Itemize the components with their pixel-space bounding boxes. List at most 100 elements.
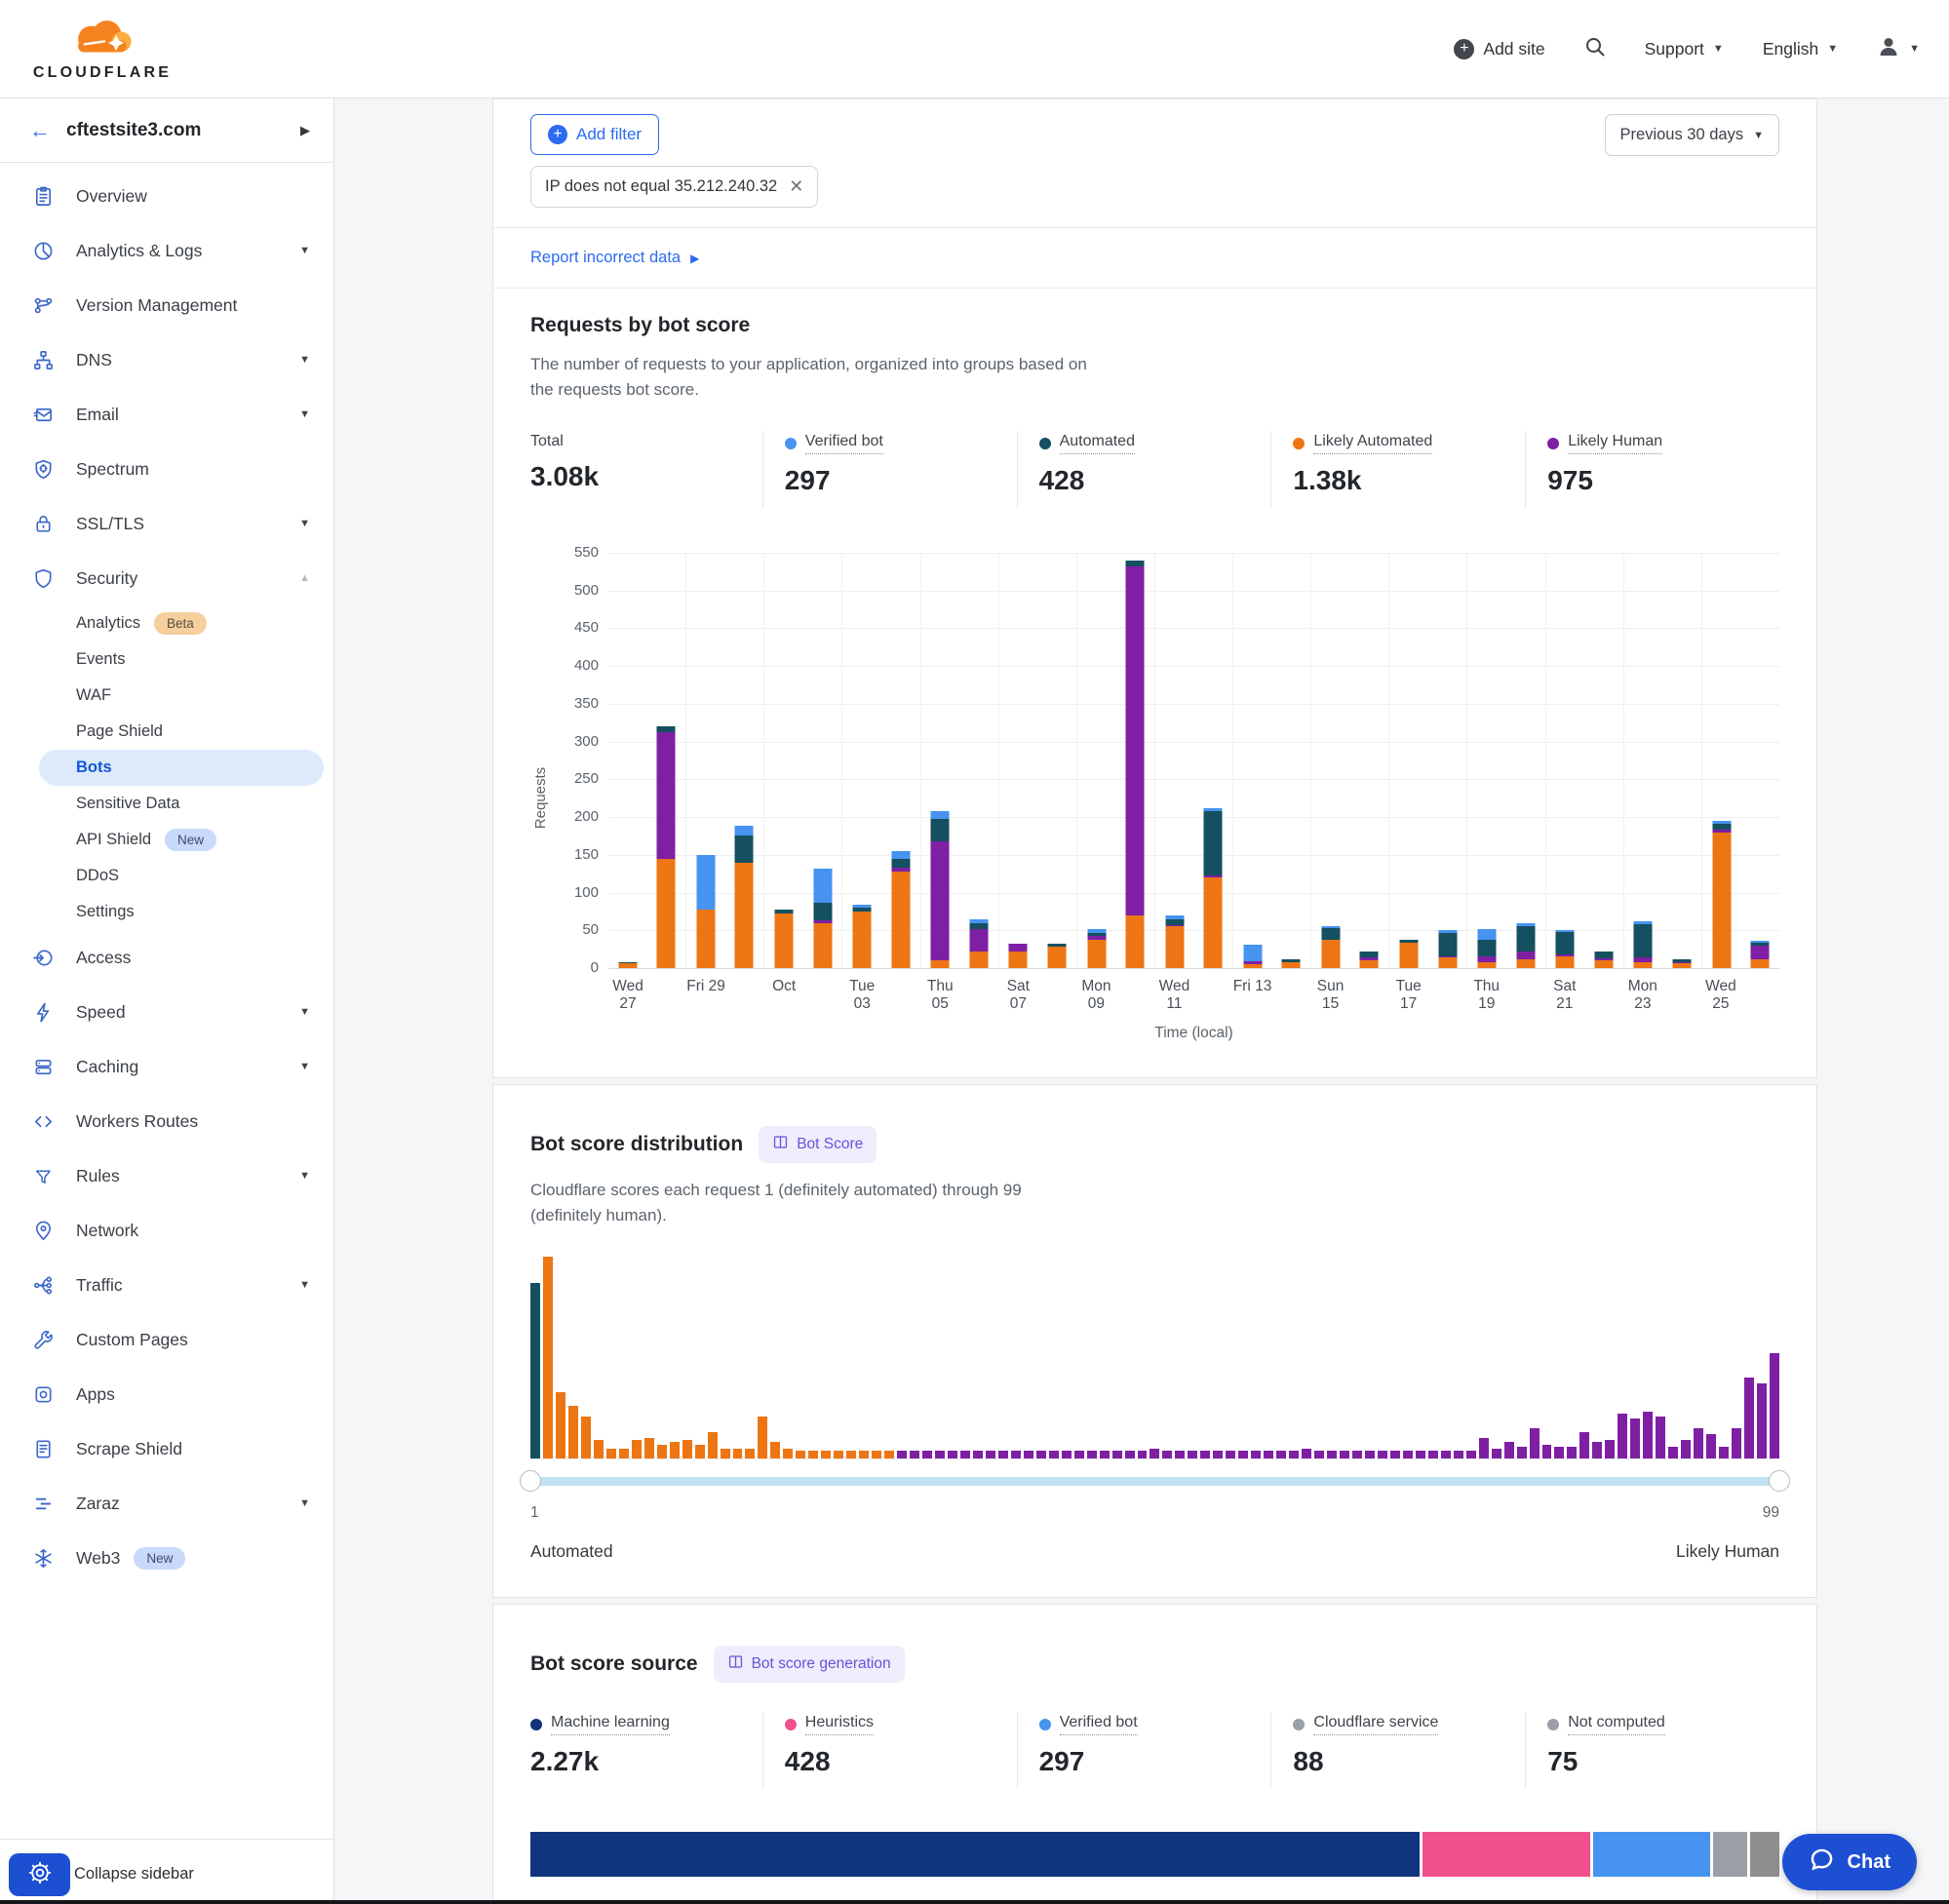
filter-chip[interactable]: IP does not equal 35.212.240.32 ✕ — [530, 166, 818, 208]
sidebar-item-scrape-shield[interactable]: Scrape Shield — [0, 1421, 333, 1476]
histogram-bar[interactable] — [581, 1417, 591, 1458]
histogram-bar[interactable] — [619, 1449, 629, 1458]
stacked-bar[interactable] — [1282, 959, 1301, 968]
histogram-bar[interactable] — [1226, 1451, 1235, 1458]
stacked-bar[interactable] — [1556, 930, 1575, 968]
histogram-bar[interactable] — [1251, 1451, 1261, 1458]
sidebar-item-access[interactable]: Access — [0, 930, 333, 985]
histogram-bar[interactable] — [1162, 1451, 1172, 1458]
histogram-bar[interactable] — [821, 1451, 831, 1458]
stacked-bar[interactable] — [1516, 923, 1535, 968]
cloudflare-logo[interactable]: CLOUDFLARE — [29, 17, 175, 82]
histogram-bar[interactable] — [1289, 1451, 1299, 1458]
histogram-bar[interactable] — [1403, 1451, 1413, 1458]
histogram-bar[interactable] — [1744, 1378, 1754, 1458]
histogram-bar[interactable] — [644, 1438, 654, 1458]
sidebar-subitem-page-shield[interactable]: Page Shield — [0, 714, 333, 750]
histogram-bar[interactable] — [632, 1440, 642, 1458]
collapse-sidebar-button[interactable]: Collapse sidebar — [74, 1865, 194, 1884]
stacked-bar[interactable] — [969, 919, 988, 968]
histogram-bar[interactable] — [1643, 1412, 1653, 1458]
sidebar-subitem-sensitive-data[interactable]: Sensitive Data — [0, 786, 333, 822]
stacked-bar[interactable] — [1360, 952, 1379, 968]
stacked-bar[interactable] — [1165, 915, 1184, 968]
histogram-bar[interactable] — [594, 1440, 604, 1458]
stat-label[interactable]: Cloudflare service — [1313, 1714, 1438, 1735]
support-menu[interactable]: Support ▼ — [1645, 39, 1724, 59]
histogram-bar[interactable] — [721, 1449, 730, 1458]
histogram-bar[interactable] — [758, 1417, 767, 1458]
histogram-bar[interactable] — [1062, 1451, 1072, 1458]
sidebar-item-spectrum[interactable]: Spectrum — [0, 442, 333, 496]
slider-handle-min[interactable] — [520, 1470, 541, 1492]
histogram-bar[interactable] — [1213, 1451, 1223, 1458]
sidebar-subitem-ddos[interactable]: DDoS — [0, 858, 333, 894]
histogram-bar[interactable] — [1074, 1451, 1084, 1458]
histogram-bar[interactable] — [998, 1451, 1008, 1458]
histogram-bar[interactable] — [1264, 1451, 1273, 1458]
histogram-bar[interactable] — [796, 1451, 805, 1458]
histogram-bar[interactable] — [1112, 1451, 1122, 1458]
add-site-button[interactable]: + Add site — [1454, 39, 1544, 59]
histogram-bar[interactable] — [884, 1451, 894, 1458]
histogram-bar[interactable] — [1719, 1447, 1729, 1458]
sidebar-item-custom-pages[interactable]: Custom Pages — [0, 1312, 333, 1367]
source-segment-heuristics[interactable] — [1423, 1832, 1590, 1877]
histogram-bar[interactable] — [897, 1451, 907, 1458]
report-incorrect-data-link[interactable]: Report incorrect data ▶ — [493, 228, 1816, 289]
stacked-bar[interactable] — [735, 826, 754, 968]
stat-label[interactable]: Heuristics — [805, 1714, 874, 1735]
stacked-bar[interactable] — [891, 851, 910, 968]
histogram-bar[interactable] — [1454, 1451, 1463, 1458]
histogram-bar[interactable] — [1276, 1451, 1286, 1458]
settings-gear-button[interactable] — [9, 1853, 70, 1896]
histogram-bar[interactable] — [1694, 1428, 1703, 1458]
sidebar-subitem-settings[interactable]: Settings — [0, 894, 333, 930]
histogram-bar[interactable] — [846, 1451, 856, 1458]
histogram-bar[interactable] — [1200, 1451, 1210, 1458]
histogram-bar[interactable] — [1530, 1428, 1540, 1458]
close-icon[interactable]: ✕ — [789, 176, 803, 197]
histogram-bar[interactable] — [910, 1451, 919, 1458]
stacked-bar[interactable] — [1594, 952, 1613, 968]
stacked-bar[interactable] — [1438, 930, 1457, 968]
language-menu[interactable]: English ▼ — [1763, 39, 1838, 59]
histogram-bar[interactable] — [1706, 1434, 1716, 1458]
sidebar-item-speed[interactable]: Speed▼ — [0, 985, 333, 1039]
histogram-bar[interactable] — [1175, 1451, 1185, 1458]
bot-score-generation-badge[interactable]: Bot score generation — [714, 1646, 905, 1683]
sidebar-item-workers-routes[interactable]: Workers Routes — [0, 1094, 333, 1148]
stacked-bar[interactable] — [1478, 929, 1497, 968]
histogram-bar[interactable] — [1150, 1449, 1159, 1458]
histogram-bar[interactable] — [1517, 1447, 1527, 1458]
sidebar-item-analytics-logs[interactable]: Analytics & Logs▼ — [0, 223, 333, 278]
stacked-bar[interactable] — [696, 855, 715, 968]
histogram-bar[interactable] — [1732, 1428, 1741, 1458]
histogram-bar[interactable] — [708, 1432, 718, 1458]
histogram-bar[interactable] — [1579, 1432, 1589, 1458]
stat-label[interactable]: Verified bot — [1060, 1714, 1138, 1735]
stacked-bar[interactable] — [1712, 821, 1731, 968]
stat-label[interactable]: Likely Automated — [1313, 433, 1432, 454]
sidebar-item-email[interactable]: Email▼ — [0, 387, 333, 442]
histogram-bar[interactable] — [960, 1451, 970, 1458]
sidebar-item-apps[interactable]: Apps — [0, 1367, 333, 1421]
source-segment-verified-bot[interactable] — [1593, 1832, 1709, 1877]
stat-label[interactable]: Verified bot — [805, 433, 883, 454]
histogram-bar[interactable] — [530, 1283, 540, 1458]
histogram-bar[interactable] — [783, 1449, 793, 1458]
slider-handle-max[interactable] — [1769, 1470, 1790, 1492]
histogram-bar[interactable] — [1542, 1445, 1552, 1458]
sidebar-subitem-api-shield[interactable]: API ShieldNew — [0, 822, 333, 858]
sidebar-item-ssl-tls[interactable]: SSL/TLS▼ — [0, 496, 333, 551]
back-arrow-icon[interactable]: ← — [29, 118, 51, 143]
histogram-bar[interactable] — [670, 1442, 680, 1458]
histogram-bar[interactable] — [1011, 1451, 1021, 1458]
histogram-bar[interactable] — [1504, 1442, 1514, 1458]
date-range-select[interactable]: Previous 30 days ▼ — [1605, 114, 1779, 156]
histogram-bar[interactable] — [657, 1445, 667, 1458]
search-button[interactable] — [1584, 36, 1606, 62]
histogram-bar[interactable] — [1314, 1451, 1324, 1458]
histogram-bar[interactable] — [1087, 1451, 1097, 1458]
histogram-bar[interactable] — [1656, 1417, 1665, 1458]
